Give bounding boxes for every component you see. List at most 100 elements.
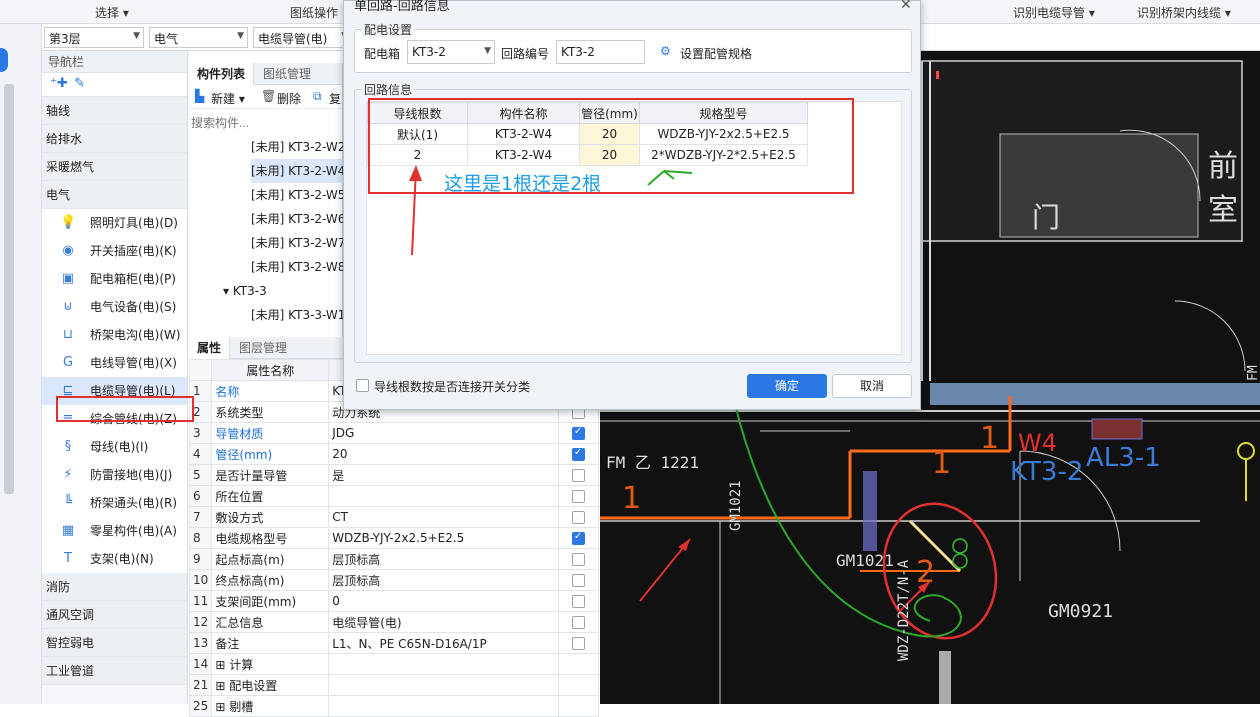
nav-category[interactable]: 智控弱电: [42, 629, 187, 657]
property-name: ⊞ 计算: [211, 653, 330, 675]
property-value[interactable]: [328, 674, 559, 696]
property-name: 支架间距(mm): [211, 590, 330, 612]
property-value[interactable]: CT: [328, 506, 559, 528]
property-row[interactable]: 7 敷设方式 CT: [188, 506, 600, 528]
property-name: 备注: [211, 632, 330, 654]
property-checkbox[interactable]: [571, 595, 585, 608]
property-checkbox[interactable]: [571, 553, 585, 566]
cad-label-fm1221: FM 乙 1221: [606, 453, 700, 472]
nav-category[interactable]: 工业管道: [42, 657, 187, 685]
dock-handle[interactable]: [0, 48, 8, 72]
drawing-ops-menu[interactable]: 图纸操作: [290, 4, 338, 21]
circuit-number-input[interactable]: KT3-2: [556, 40, 645, 64]
recog-cable-menu[interactable]: 识别电缆导管 ▾: [1013, 4, 1095, 21]
nav-item[interactable]: 💡 照明灯具(电)(D): [42, 209, 187, 237]
property-row[interactable]: 11 支架间距(mm) 0: [188, 590, 600, 612]
property-row[interactable]: 10 终点标高(m) 层顶标高: [188, 569, 600, 591]
nav-category[interactable]: 给排水: [42, 125, 187, 153]
wire-count-checkbox[interactable]: [356, 379, 369, 392]
property-value[interactable]: 20: [328, 443, 559, 465]
property-checkbox[interactable]: [571, 426, 585, 440]
property-row[interactable]: 13 备注 L1、N、PE C65N-D16A/1P: [188, 632, 600, 654]
new-button[interactable]: 新建 ▾: [211, 90, 245, 107]
type-select[interactable]: 电缆导管(电)▼: [253, 27, 352, 48]
property-value[interactable]: 层顶标高: [328, 548, 559, 570]
recog-tray-menu[interactable]: 识别桥架内线缆 ▾: [1137, 4, 1231, 21]
edit-icon[interactable]: ✎: [74, 76, 85, 91]
ok-button[interactable]: 确定: [747, 374, 827, 398]
property-value[interactable]: JDG: [328, 422, 559, 444]
property-row[interactable]: 9 起点标高(m) 层顶标高: [188, 548, 600, 570]
property-checkbox[interactable]: [571, 469, 585, 482]
tree-item[interactable]: [未用] KT3-3-W1: [251, 303, 345, 327]
nav-category[interactable]: 通风空调: [42, 601, 187, 629]
nav-item[interactable]: § 母线(电)(I): [42, 433, 187, 461]
nav-category[interactable]: 电气: [42, 181, 187, 209]
row-number: 9: [188, 548, 213, 570]
row-number: 6: [188, 485, 213, 507]
property-value[interactable]: WDZB-YJY-2x2.5+E2.5: [328, 527, 559, 549]
property-row[interactable]: 3 导管材质 JDG: [188, 422, 600, 444]
property-row[interactable]: 8 电缆规格型号 WDZB-YJY-2x2.5+E2.5: [188, 527, 600, 549]
nav-item[interactable]: ╚ 桥架通头(电)(R): [42, 489, 187, 517]
nav-category[interactable]: 消防: [42, 573, 187, 601]
tree-item[interactable]: [未用] KT3-2-W6: [251, 207, 345, 231]
nav-item[interactable]: ▣ 配电箱柜(电)(P): [42, 265, 187, 293]
scrollbar[interactable]: [4, 84, 14, 494]
nav-item[interactable]: ▦ 零星构件(电)(A): [42, 517, 187, 545]
property-row[interactable]: 6 所在位置: [188, 485, 600, 507]
nav-category[interactable]: 轴线: [42, 97, 187, 125]
tab-properties[interactable]: 属性: [189, 337, 231, 359]
property-row[interactable]: 4 管径(mm) 20: [188, 443, 600, 465]
property-checkbox[interactable]: [571, 637, 585, 650]
nav-category[interactable]: 采暖燃气: [42, 153, 187, 181]
property-value[interactable]: L1、N、PE C65N-D16A/1P: [328, 632, 559, 654]
copy-button[interactable]: 复: [329, 90, 341, 107]
property-checkbox[interactable]: [571, 531, 585, 545]
property-checkbox[interactable]: [571, 447, 585, 461]
annotation-text: 这里是1根还是2根: [444, 173, 602, 195]
tree-item[interactable]: [未用] KT3-2-W4: [251, 159, 346, 183]
property-checkbox[interactable]: [571, 574, 585, 587]
property-checkbox[interactable]: [571, 616, 585, 629]
tree-item[interactable]: [未用] KT3-2-W5: [251, 183, 345, 207]
nav-item[interactable]: G 电线导管(电)(X): [42, 349, 187, 377]
delete-button[interactable]: 删除: [277, 90, 301, 107]
config-pipe-link[interactable]: 设置配管规格: [680, 45, 752, 62]
tree-item[interactable]: [未用] KT3-2-W7: [251, 231, 345, 255]
property-row[interactable]: 12 汇总信息 电缆导管(电): [188, 611, 600, 633]
select-menu[interactable]: 选择 ▾: [95, 4, 129, 21]
property-value[interactable]: 层顶标高: [328, 569, 559, 591]
property-value[interactable]: 是: [328, 464, 559, 486]
tree-item[interactable]: [未用] KT3-2-W2: [251, 135, 345, 159]
tab-component-list[interactable]: 构件列表: [189, 63, 255, 85]
tree-item[interactable]: ▾ KT3-3: [223, 279, 267, 303]
property-value[interactable]: [328, 653, 559, 675]
nav-item[interactable]: T 支架(电)(N): [42, 545, 187, 573]
add-icon[interactable]: ⁺✚: [50, 76, 68, 91]
tree-item[interactable]: [未用] KT3-2-W8: [251, 255, 345, 279]
cancel-button[interactable]: 取消: [832, 374, 912, 398]
property-value[interactable]: [328, 695, 559, 717]
property-row[interactable]: 5 是否计量导管是: [188, 464, 600, 486]
property-value[interactable]: 0: [328, 590, 559, 612]
nav-item[interactable]: ⊍ 电气设备(电)(S): [42, 293, 187, 321]
tab-layers[interactable]: 图层管理: [231, 337, 295, 359]
property-value[interactable]: [328, 485, 559, 507]
expand-icon[interactable]: ▾: [223, 284, 233, 298]
property-checkbox[interactable]: [571, 490, 585, 503]
discipline-select[interactable]: 电气 ▼: [149, 27, 248, 48]
property-checkbox[interactable]: [571, 511, 585, 524]
nav-item[interactable]: ⊔ 桥架电沟(电)(W): [42, 321, 187, 349]
nav-item[interactable]: ◉ 开关插座(电)(K): [42, 237, 187, 265]
property-value[interactable]: 电缆导管(电): [328, 611, 559, 633]
search-input[interactable]: [191, 113, 341, 133]
property-row[interactable]: 25 ⊞ 剔槽: [188, 695, 600, 717]
property-row[interactable]: 21 ⊞ 配电设置: [188, 674, 600, 696]
tab-drawing-management[interactable]: 图纸管理: [255, 63, 319, 85]
close-icon[interactable]: ✕: [900, 0, 912, 13]
property-row[interactable]: 14 ⊞ 计算: [188, 653, 600, 675]
nav-item[interactable]: ⚡ 防雷接地(电)(J): [42, 461, 187, 489]
box-select[interactable]: KT3-2 ▼: [407, 40, 495, 64]
floor-select[interactable]: 第3层 ▼: [44, 27, 144, 48]
